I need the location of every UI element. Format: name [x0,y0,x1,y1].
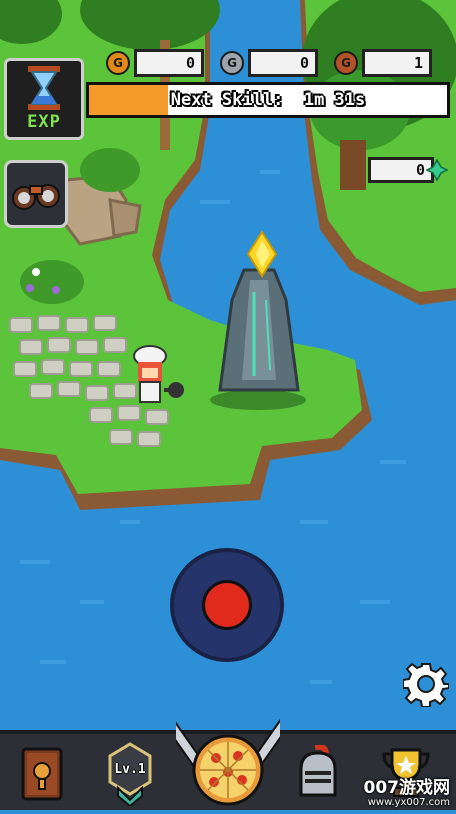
silver-coin-value: 0 [248,49,318,77]
next-skill-progress-bar: Next Skill: 1m 31s [86,82,450,118]
virtual-joystick[interactable] [170,548,284,662]
binoculars-button[interactable] [4,160,68,228]
skill-progress-fill [89,85,168,115]
level-label: Lv.1 [114,762,146,777]
watermark-url: www.yx007.com [367,797,450,808]
exp-label: EXP [27,112,61,132]
silver-coin-counter: G 0 [220,49,318,77]
next-skill-timer: 1m 31s [303,90,366,110]
site-watermark: 007游戏网 www.yx007.com [364,779,451,808]
knight-helmet-icon [299,745,337,797]
bronze-coin-icon: G [334,51,358,75]
joystick-knob[interactable] [202,580,252,630]
gold-coin-icon: G [106,51,130,75]
next-skill-label: Next Skill: 1m 31s [170,90,366,110]
equipment-button[interactable] [290,738,346,810]
settings-button[interactable] [402,660,450,708]
cooking-pizza-button[interactable] [176,700,280,810]
gold-coin-value: 0 [134,49,204,77]
level-button[interactable]: Lv.1 [104,738,156,810]
gear-icon [403,662,449,707]
gem-leaf-icon [426,159,448,181]
silver-coin-icon: G [220,51,244,75]
book-icon [21,747,63,801]
exp-button[interactable]: EXP [4,58,84,140]
gem-value: 0 [368,157,434,183]
bottom-nav-bar: Lv.1 007游戏网 www.yx007.com [0,712,456,810]
hourglass-icon [28,66,60,110]
watermark-title: 007游戏网 [363,778,451,798]
gem-counter: 0 [368,157,448,183]
bronze-coin-counter: G 1 [334,49,432,77]
recipe-book-button[interactable] [12,738,72,810]
gold-coin-counter: G 0 [106,49,204,77]
pizza-icon [176,712,280,806]
bronze-coin-value: 1 [362,49,432,77]
binoculars-icon [12,184,60,210]
